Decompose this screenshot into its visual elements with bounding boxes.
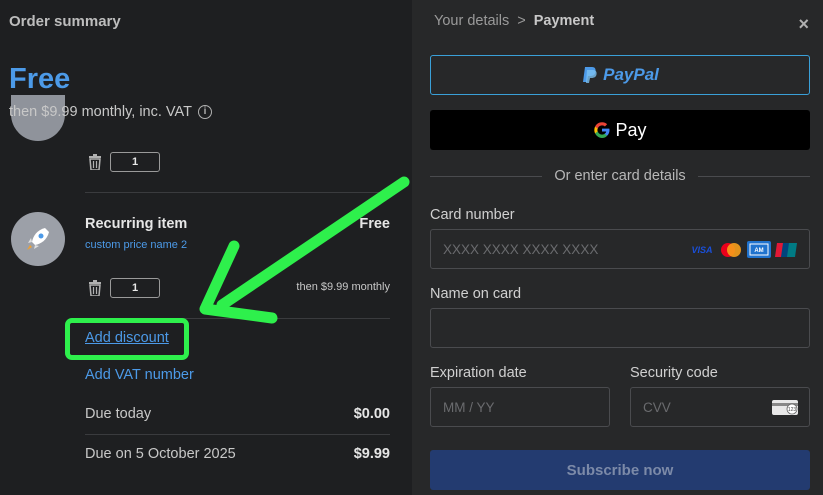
expiration-date-input[interactable] <box>443 399 609 415</box>
security-code-field[interactable]: 123 <box>630 387 810 427</box>
mastercard-icon <box>719 241 743 258</box>
breadcrumb-your-details[interactable]: Your details <box>434 13 509 29</box>
or-text: Or enter card details <box>554 168 686 184</box>
close-icon[interactable]: × <box>798 14 809 35</box>
visa-icon: VISA <box>691 244 713 255</box>
due-today-amount: $0.00 <box>353 406 390 422</box>
svg-text:123: 123 <box>788 407 797 413</box>
due-today-row: Due today $0.00 <box>85 406 390 422</box>
item-name: Recurring item <box>85 216 188 232</box>
price-subtitle: then $9.99 monthly, inc. VAT i <box>9 104 212 120</box>
expiration-date-field[interactable] <box>430 387 610 427</box>
amex-icon: AM <box>747 241 771 258</box>
divider <box>85 192 390 193</box>
add-discount-link[interactable]: Add discount <box>85 330 169 346</box>
cvv-card-icon: 123 <box>771 398 799 419</box>
google-pay-button[interactable]: Pay <box>430 110 810 150</box>
rocket-icon <box>27 228 49 250</box>
paypal-button[interactable]: PayPal <box>430 55 810 95</box>
rocket-avatar <box>11 212 65 266</box>
info-icon[interactable]: i <box>197 105 212 119</box>
payment-panel: Your details > Payment × PayPal Pay Or e… <box>412 0 823 495</box>
order-summary-panel: Order summary Free then $9.99 monthly, i… <box>0 0 412 495</box>
quantity-input[interactable]: 1 <box>110 152 160 172</box>
price-subtitle-text: then $9.99 monthly, inc. VAT <box>9 104 192 120</box>
breadcrumb-payment: Payment <box>533 13 595 29</box>
card-number-label: Card number <box>430 207 515 223</box>
breadcrumb-separator: > <box>517 13 526 29</box>
due-later-row: Due on 5 October 2025 $9.99 <box>85 446 390 462</box>
first-item-qty-row: 1 <box>88 152 160 172</box>
due-later-label: Due on 5 October 2025 <box>85 446 236 462</box>
or-divider: Or enter card details <box>430 168 810 184</box>
card-brands: VISA AM <box>689 241 799 258</box>
paypal-label: PayPal <box>603 65 659 84</box>
name-on-card-label: Name on card <box>430 286 522 302</box>
trash-icon[interactable] <box>88 280 102 296</box>
google-pay-label: Pay <box>615 119 647 140</box>
item-price-name: custom price name 2 <box>85 239 188 251</box>
due-later-amount: $9.99 <box>353 446 390 462</box>
add-vat-link[interactable]: Add VAT number <box>85 367 194 383</box>
security-code-label: Security code <box>630 365 718 381</box>
paypal-icon <box>583 67 597 83</box>
svg-text:AM: AM <box>754 248 763 254</box>
subscribe-button[interactable]: Subscribe now <box>430 450 810 490</box>
divider <box>85 434 390 435</box>
name-on-card-field[interactable] <box>430 308 810 348</box>
expiration-date-label: Expiration date <box>430 365 527 381</box>
unionpay-icon <box>775 241 799 258</box>
item-qty-row: 1 <box>88 278 160 298</box>
order-summary-title: Order summary <box>9 13 121 30</box>
total-price: Free <box>9 63 71 95</box>
breadcrumb: Your details > Payment <box>434 13 594 29</box>
card-number-field[interactable]: VISA AM <box>430 229 810 269</box>
item-recurring-price: then $9.99 monthly <box>296 281 390 293</box>
trash-icon[interactable] <box>88 154 102 170</box>
name-on-card-input[interactable] <box>443 320 809 336</box>
google-g-icon <box>594 122 610 138</box>
quantity-input[interactable]: 1 <box>110 278 160 298</box>
item-price: Free <box>359 216 390 232</box>
due-today-label: Due today <box>85 406 152 422</box>
